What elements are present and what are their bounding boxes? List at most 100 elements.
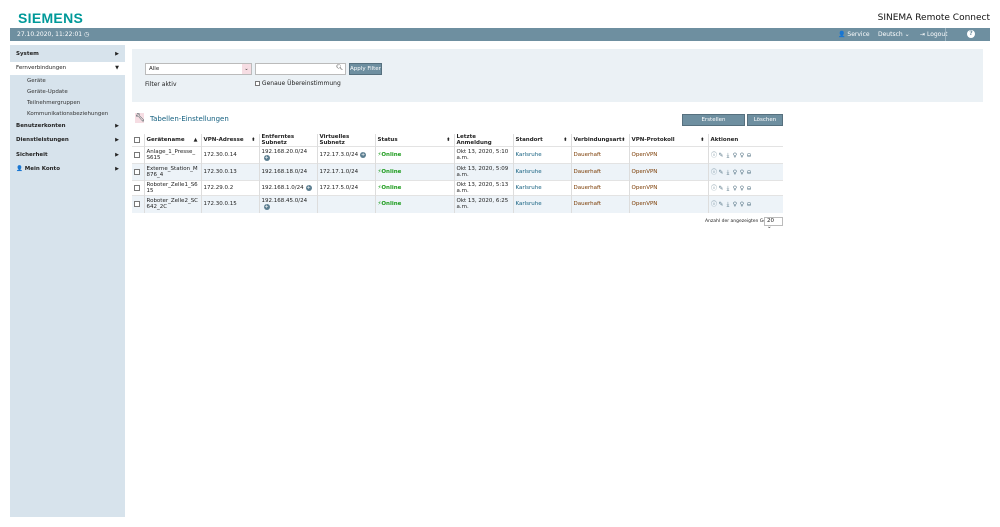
plus-circle-icon[interactable]: +	[305, 185, 312, 191]
info-icon[interactable]: ⓘ	[711, 167, 718, 176]
sidebar-item-mein-konto[interactable]: 👤 Mein Konto ▶	[10, 163, 125, 176]
delete-icon[interactable]: ⊖	[746, 201, 753, 208]
sidebar-subitem-teilnehmergruppen[interactable]: Teilnehmergruppen	[27, 100, 80, 106]
column-header[interactable]: VPN-Adresse ⬍	[201, 134, 260, 147]
sidebar-item-label: System	[16, 51, 39, 57]
status: ⚡Online	[375, 195, 455, 213]
apply-filter-button[interactable]: Apply Filter	[349, 63, 382, 75]
location[interactable]: Karlsruhe	[513, 163, 572, 181]
info-icon[interactable]: ⓘ	[711, 150, 718, 159]
location[interactable]: Karlsruhe	[513, 146, 572, 164]
info-icon[interactable]: ⓘ	[711, 183, 718, 192]
delete-icon[interactable]: ⊖	[746, 169, 753, 176]
checkbox[interactable]	[255, 81, 260, 86]
chevron-right-icon: ▶	[115, 166, 119, 172]
key-icon[interactable]: ♀	[732, 169, 739, 176]
row-checkbox[interactable]	[134, 184, 140, 191]
column-header[interactable]: VPN-Protokoll ⬍	[629, 134, 709, 147]
filter-select[interactable]: Alle ⌄	[145, 63, 252, 75]
create-button[interactable]: Erstellen	[682, 114, 745, 126]
device-name[interactable]: Roboter_Zelle1_S615	[144, 180, 202, 196]
table-row[interactable]: Externe_Station_M876_4 172.30.0.13 192.1…	[132, 163, 783, 181]
search-input[interactable]: 🔍︎	[255, 63, 346, 75]
key-icon[interactable]: ♀	[732, 201, 739, 208]
download-icon[interactable]: ⤓	[725, 185, 732, 193]
language-select[interactable]: Deutsch ⌄	[878, 31, 910, 38]
sidebar-subitem-geraete[interactable]: Geräte	[27, 78, 46, 84]
edit-icon[interactable]: ✎	[718, 201, 725, 208]
key-alt-icon[interactable]: ♀	[739, 201, 746, 208]
download-icon[interactable]: ⤓	[725, 201, 732, 209]
delete-button[interactable]: Löschen	[747, 114, 783, 126]
column-label: Gerätename	[146, 137, 185, 143]
row-checkbox[interactable]	[134, 201, 140, 207]
location[interactable]: Karlsruhe	[513, 195, 572, 213]
datetime: 27.10.2020, 11:22:01 ◷	[17, 31, 89, 38]
sort-icon: ⬍	[700, 137, 705, 143]
column-label: VPN-Protokoll	[631, 137, 675, 143]
device-name[interactable]: Roboter_Zelle2_SC642_2C	[144, 195, 202, 213]
virtual-subnet	[317, 195, 376, 213]
key-icon[interactable]: ♀	[732, 185, 739, 192]
table-row[interactable]: Roboter_Zelle2_SC642_2C 172.30.0.15 192.…	[132, 195, 783, 213]
last-login: Okt 13, 2020, 5:09 a.m.	[454, 163, 514, 181]
row-checkbox[interactable]	[134, 168, 140, 175]
location[interactable]: Karlsruhe	[513, 180, 572, 196]
help-icon[interactable]: ?	[967, 30, 975, 38]
column-header[interactable]: Verbindungsart ⬍	[571, 134, 630, 147]
devices-table: Gerätename ▲ VPN-Adresse ⬍ Entferntes Subn…	[132, 134, 783, 213]
user-menu[interactable]: 👤 Service	[838, 31, 870, 38]
row-actions: ⓘ✎ ⤓ ♀ ♀ ⊖	[708, 181, 783, 196]
plus-circle-icon[interactable]: +	[360, 152, 367, 158]
remote-subnet-text: 192.168.18.0/24	[261, 169, 308, 175]
datetime-text: 27.10.2020, 11:22:01	[17, 31, 83, 38]
key-alt-icon[interactable]: ♀	[739, 152, 746, 159]
wrench-icon[interactable]: 🔧︎	[135, 113, 145, 123]
info-icon[interactable]: ⓘ	[711, 199, 718, 208]
column-header[interactable]: Entferntes Subnetz	[259, 134, 318, 147]
plus-circle-icon[interactable]: +	[263, 204, 270, 211]
column-header[interactable]: Status ⬍	[375, 134, 455, 147]
column-header[interactable]: Standort ⬍	[513, 134, 572, 147]
key-alt-icon[interactable]: ♀	[739, 185, 746, 192]
vpn-address: 172.30.0.13	[201, 163, 260, 181]
page-size-select[interactable]: 20 ⌄	[764, 217, 783, 230]
edit-icon[interactable]: ✎	[718, 185, 725, 192]
row-actions: ⓘ✎ ⤓ ♀ ♀ ⊖	[708, 195, 783, 213]
table-row[interactable]: Roboter_Zelle1_S615 172.29.0.2 192.168.1…	[132, 180, 783, 196]
edit-icon[interactable]: ✎	[718, 152, 725, 159]
sidebar-item-label: Benutzerkonten	[16, 123, 66, 129]
row-checkbox[interactable]	[134, 151, 140, 158]
column-header[interactable]: Gerätename ▲	[144, 134, 202, 147]
plus-circle-icon[interactable]: +	[263, 155, 270, 161]
column-header[interactable]: Letzte Anmeldung	[454, 134, 514, 147]
edit-icon[interactable]: ✎	[718, 169, 725, 176]
select-all-checkbox[interactable]	[134, 136, 140, 143]
device-name[interactable]: Externe_Station_M876_4	[144, 163, 202, 181]
sidebar-subitem-geraete-update[interactable]: Geräte-Update	[27, 89, 68, 95]
table-row[interactable]: Anlage_1_Presse_S615 172.30.0.14 192.168…	[132, 146, 783, 164]
virtual-subnet-text: 172.17.3.0/24	[319, 152, 359, 158]
device-name[interactable]: Anlage_1_Presse_S615	[144, 146, 202, 164]
sidebar-item-dienstleistungen[interactable]: Dienstleistungen ▶	[10, 134, 125, 147]
download-icon[interactable]: ⤓	[725, 152, 732, 160]
delete-icon[interactable]: ⊖	[746, 185, 753, 192]
delete-icon[interactable]: ⊖	[746, 152, 753, 159]
logout-button[interactable]: ⇥ Logout	[920, 31, 948, 38]
table-settings-link[interactable]: Tabellen-Einstellungen	[150, 115, 229, 123]
exact-match-checkbox[interactable]: Genaue Übereinstimmung	[255, 80, 341, 87]
sidebar-item-benutzerkonten[interactable]: Benutzerkonten ▶	[10, 120, 125, 133]
sidebar-item-system[interactable]: System ▶	[10, 48, 125, 61]
sidebar-subitem-kommunikation[interactable]: Kommunikationsbeziehungen	[27, 111, 108, 117]
sidebar-item-fernverbindungen[interactable]: Fernverbindungen ▼	[10, 62, 125, 75]
row-select	[132, 163, 145, 181]
key-icon[interactable]: ♀	[732, 152, 739, 159]
row-select	[132, 195, 145, 213]
top-bar: 27.10.2020, 11:22:01 ◷ 👤 Service Deutsch…	[10, 28, 990, 41]
key-alt-icon[interactable]: ♀	[739, 169, 746, 176]
user-label: Service	[847, 31, 870, 38]
column-header[interactable]: Virtuelles Subnetz	[317, 134, 376, 147]
download-icon[interactable]: ⤓	[725, 169, 732, 177]
sidebar-item-sicherheit[interactable]: Sicherheit ▶	[10, 149, 125, 162]
status: ⚡Online	[375, 180, 455, 196]
